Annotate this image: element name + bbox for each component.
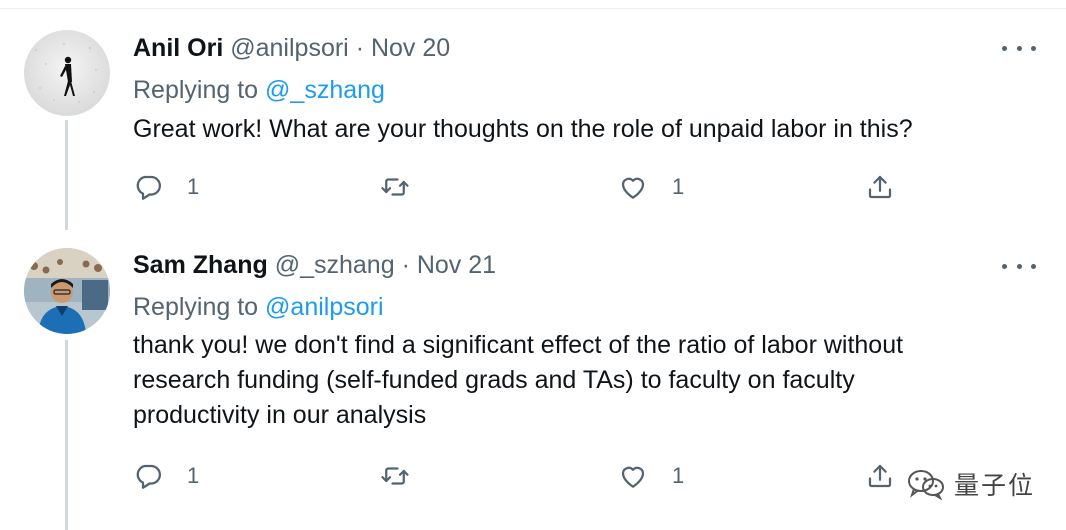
retweet-icon (381, 178, 409, 196)
tweet-header: Anil Ori @anilpsori · Nov 20 (133, 33, 450, 63)
share-icon (868, 464, 892, 488)
watermark-text: 量子位 (954, 471, 1036, 500)
separator: · (401, 251, 410, 279)
avatar-photo-person-icon (24, 248, 110, 334)
separator: · (355, 34, 365, 62)
tweet-text: Great work! What are your thoughts on th… (133, 112, 1033, 147)
more-options-icon[interactable] (1002, 256, 1036, 276)
heart-icon (621, 177, 645, 199)
like-count: 1 (672, 174, 685, 199)
watermark: 量子位 (906, 466, 1035, 502)
timestamp[interactable]: Nov 20 (371, 34, 450, 62)
mention-link[interactable]: @anilpsori (265, 293, 383, 321)
thread-line (65, 340, 68, 530)
replying-to: Replying to @_szhang (133, 75, 385, 105)
like-count: 1 (672, 463, 685, 488)
thread-line (65, 120, 68, 230)
user-handle[interactable]: @anilpsori (230, 34, 348, 62)
tweet-text-line: research funding (self-funded grads and … (133, 366, 855, 394)
mention-link[interactable]: @_szhang (265, 76, 385, 104)
like-button[interactable]: 1 (618, 459, 684, 493)
replying-to-label: Replying to (133, 293, 259, 321)
reply-button[interactable]: 1 (133, 459, 199, 493)
reply-icon (136, 175, 161, 200)
reply-count: 1 (187, 463, 200, 488)
replying-to-label: Replying to (133, 76, 259, 104)
retweet-icon (381, 467, 409, 485)
retweet-button[interactable] (380, 459, 410, 493)
more-options-icon[interactable] (1002, 38, 1036, 58)
avatar-walking-figure-icon (24, 30, 110, 116)
reply-count: 1 (187, 174, 200, 199)
tweet-anil-ori[interactable]: Anil Ori @anilpsori · Nov 20 Replying to… (0, 0, 1066, 230)
share-button[interactable] (865, 459, 895, 493)
reply-icon (136, 464, 161, 489)
avatar[interactable] (24, 248, 110, 334)
tweet-text-line: productivity in our analysis (133, 401, 427, 429)
avatar[interactable] (24, 30, 110, 116)
tweet-text-line: Great work! What are your thoughts on th… (133, 115, 913, 143)
display-name[interactable]: Sam Zhang (133, 251, 268, 279)
tweet-text-line: thank you! we don't find a significant e… (133, 331, 904, 359)
share-icon (868, 175, 892, 199)
heart-icon (621, 466, 645, 488)
timestamp[interactable]: Nov 21 (417, 251, 496, 279)
tweet-actions: 1 1 (133, 459, 913, 493)
tweet-text: thank you! we don't find a significant e… (133, 328, 1033, 433)
share-button[interactable] (865, 170, 895, 204)
wechat-icon (908, 470, 944, 500)
user-handle[interactable]: @_szhang (275, 251, 395, 279)
reply-button[interactable]: 1 (133, 170, 199, 204)
retweet-button[interactable] (380, 170, 410, 204)
display-name[interactable]: Anil Ori (133, 34, 223, 62)
tweet-actions: 1 1 (133, 170, 913, 204)
replying-to: Replying to @anilpsori (133, 292, 384, 322)
tweet-header: Sam Zhang @_szhang · Nov 21 (133, 250, 496, 280)
like-button[interactable]: 1 (618, 170, 684, 204)
